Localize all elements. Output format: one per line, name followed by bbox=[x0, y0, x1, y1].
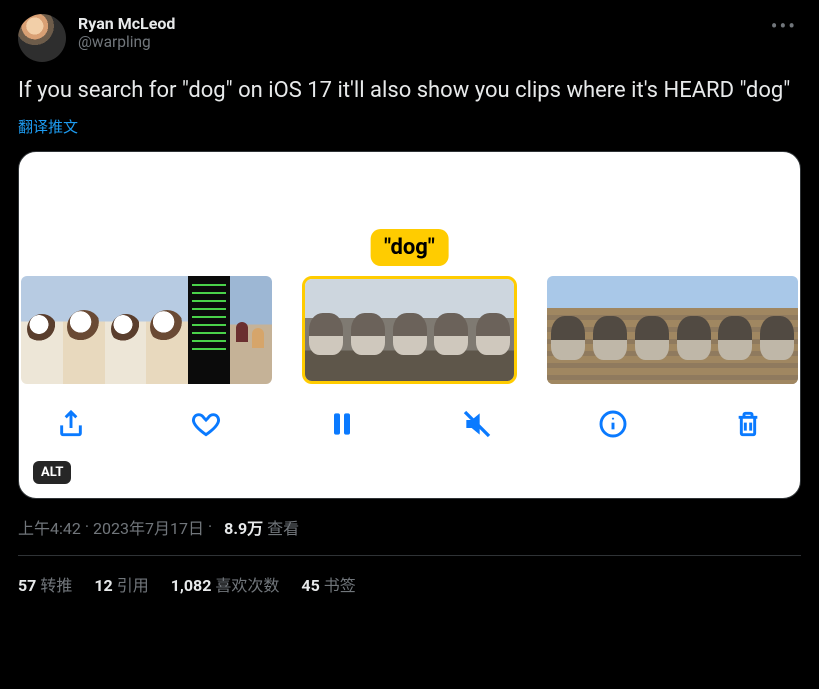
thumbnail bbox=[589, 276, 631, 384]
info-icon[interactable] bbox=[595, 406, 631, 442]
thumbnail bbox=[21, 276, 63, 384]
thumbnail bbox=[63, 276, 105, 384]
alt-badge[interactable]: ALT bbox=[33, 461, 71, 484]
clip-group-active bbox=[302, 276, 517, 384]
display-name: Ryan McLeod bbox=[78, 14, 755, 33]
heart-icon[interactable] bbox=[188, 406, 224, 442]
thumbnail bbox=[430, 279, 472, 381]
thumbnail bbox=[547, 276, 589, 384]
translate-link[interactable]: 翻译推文 bbox=[18, 116, 801, 137]
likes-stat[interactable]: 1,082喜欢次数 bbox=[171, 572, 280, 596]
tweet-container: Ryan McLeod @warpling ••• If you search … bbox=[0, 0, 819, 596]
bookmarks-stat[interactable]: 45书签 bbox=[301, 572, 355, 596]
views-label: 查看 bbox=[267, 515, 299, 539]
tweet-date[interactable]: 2023年7月17日 bbox=[93, 515, 204, 539]
views-count: 8.9万 bbox=[224, 515, 263, 539]
handle: @warpling bbox=[78, 33, 755, 51]
tweet-text: If you search for "dog" on iOS 17 it'll … bbox=[18, 76, 801, 106]
quotes-stat[interactable]: 12引用 bbox=[94, 572, 148, 596]
media-top: "dog" bbox=[19, 152, 800, 262]
search-tag-badge: "dog" bbox=[370, 229, 449, 266]
pause-icon[interactable] bbox=[324, 406, 360, 442]
thumbnail bbox=[146, 276, 188, 384]
more-options-icon[interactable]: ••• bbox=[767, 14, 801, 38]
tweet-stats: 57转推 12引用 1,082喜欢次数 45书签 bbox=[18, 556, 801, 596]
tweet-meta: 上午4:42 · 2023年7月17日 · 8.9万 查看 bbox=[18, 515, 801, 539]
share-icon[interactable] bbox=[53, 406, 89, 442]
thumbnail bbox=[714, 276, 756, 384]
thumbnail bbox=[105, 276, 147, 384]
thumbnail bbox=[472, 279, 514, 381]
tweet-time[interactable]: 上午4:42 bbox=[18, 515, 81, 539]
thumbnail bbox=[631, 276, 673, 384]
thumbnail bbox=[389, 279, 431, 381]
thumbnail bbox=[230, 276, 272, 384]
media-toolbar bbox=[19, 384, 800, 442]
trash-icon[interactable] bbox=[730, 406, 766, 442]
tweet-header: Ryan McLeod @warpling ••• bbox=[18, 14, 801, 62]
mute-icon[interactable] bbox=[459, 406, 495, 442]
thumbnail bbox=[305, 279, 347, 381]
avatar[interactable] bbox=[18, 14, 66, 62]
clip-group-1 bbox=[21, 276, 272, 384]
thumbnail bbox=[347, 279, 389, 381]
author-names[interactable]: Ryan McLeod @warpling bbox=[78, 14, 755, 51]
thumbnail bbox=[673, 276, 715, 384]
media-attachment[interactable]: "dog" bbox=[18, 151, 801, 499]
video-scrubber[interactable] bbox=[19, 276, 800, 384]
clip-group-3 bbox=[547, 276, 798, 384]
thumbnail bbox=[756, 276, 798, 384]
retweets-stat[interactable]: 57转推 bbox=[18, 572, 72, 596]
thumbnail bbox=[188, 276, 230, 384]
